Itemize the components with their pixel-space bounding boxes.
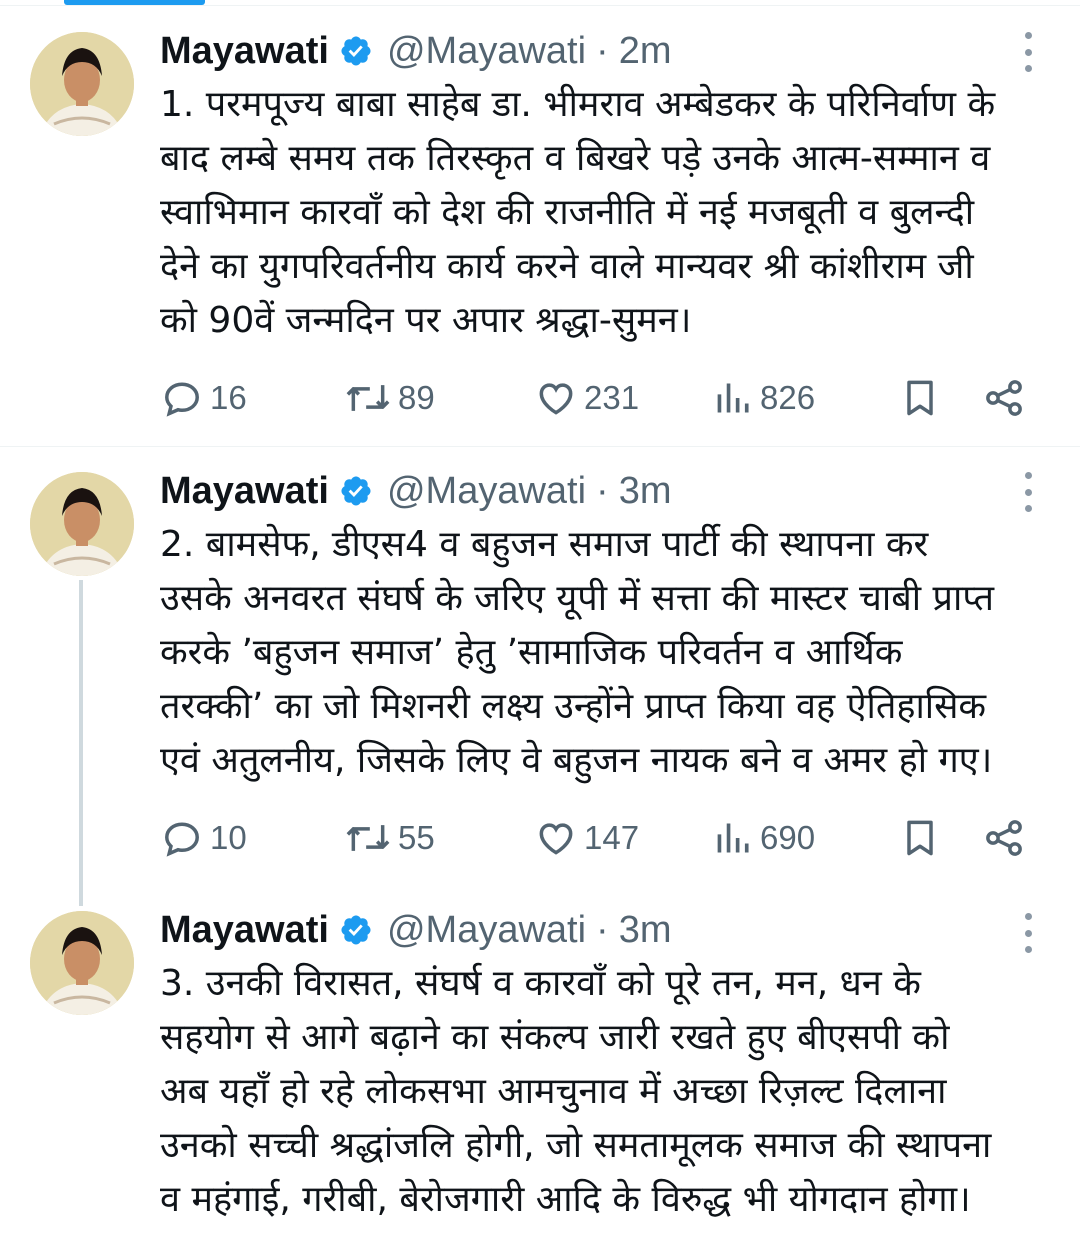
- author-handle[interactable]: @Mayawati: [387, 30, 586, 73]
- tweet-header: Mayawati @Mayawati · 3m: [160, 466, 672, 516]
- like-button[interactable]: 231: [534, 373, 639, 423]
- more-options-icon[interactable]: [1018, 32, 1038, 72]
- author-name[interactable]: Mayawati: [160, 470, 329, 513]
- tweet-actions: 16 89 231 826: [160, 373, 1040, 423]
- more-options-icon[interactable]: [1018, 472, 1038, 512]
- views-count: 690: [760, 819, 816, 856]
- timestamp[interactable]: 2m: [619, 30, 672, 73]
- avatar[interactable]: [30, 32, 134, 136]
- like-count: 147: [584, 819, 640, 856]
- bookmark-button[interactable]: [898, 373, 942, 423]
- tweet-divider: [0, 446, 1080, 447]
- like-count: 231: [584, 379, 640, 416]
- views-count: 826: [760, 379, 816, 416]
- tweet-text: 2. बामसेफ, डीएस4 व बहुजन समाज पार्टी की …: [160, 524, 994, 781]
- views-icon: [714, 816, 754, 860]
- top-divider: [0, 5, 1080, 6]
- bookmark-button[interactable]: [898, 813, 942, 863]
- timestamp[interactable]: 3m: [619, 909, 672, 952]
- share-icon: [982, 376, 1026, 420]
- author-handle[interactable]: @Mayawati: [387, 470, 586, 513]
- thread-connector: [79, 580, 83, 906]
- like-button[interactable]: 147: [534, 813, 639, 863]
- bookmark-icon: [898, 816, 942, 860]
- author-name[interactable]: Mayawati: [160, 909, 329, 952]
- repost-button[interactable]: 55: [344, 813, 435, 863]
- avatar[interactable]: [30, 911, 134, 1015]
- views-button[interactable]: 690: [714, 813, 815, 863]
- avatar-image: [30, 472, 134, 576]
- verified-badge-icon: [339, 474, 373, 508]
- separator-dot: ·: [596, 29, 609, 72]
- like-icon: [534, 816, 578, 860]
- tweet-text: 3. उनकी विरासत, संघर्ष व कारवाँ को पूरे …: [160, 963, 992, 1220]
- like-icon: [534, 376, 578, 420]
- reply-button[interactable]: 16: [160, 373, 247, 423]
- reply-icon: [160, 816, 204, 860]
- verified-badge-icon: [339, 34, 373, 68]
- tweet-header: Mayawati @Mayawati · 3m: [160, 905, 672, 955]
- repost-count: 55: [398, 819, 435, 856]
- author-handle[interactable]: @Mayawati: [387, 909, 586, 952]
- more-options-icon[interactable]: [1018, 913, 1038, 953]
- timestamp[interactable]: 3m: [619, 470, 672, 513]
- tweet-actions: 10 55 147 690: [160, 813, 1040, 863]
- avatar-image: [30, 32, 134, 136]
- tweet-header: Mayawati @Mayawati · 2m: [160, 26, 672, 76]
- repost-icon: [344, 376, 392, 420]
- share-icon: [982, 816, 1026, 860]
- share-button[interactable]: [982, 813, 1026, 863]
- repost-icon: [344, 816, 392, 860]
- author-name[interactable]: Mayawati: [160, 30, 329, 73]
- views-icon: [714, 376, 754, 420]
- views-button[interactable]: 826: [714, 373, 815, 423]
- reply-count: 16: [210, 379, 247, 416]
- reply-icon: [160, 376, 204, 420]
- avatar[interactable]: [30, 472, 134, 576]
- verified-badge-icon: [339, 913, 373, 947]
- separator-dot: ·: [596, 469, 609, 512]
- separator-dot: ·: [596, 908, 609, 951]
- share-button[interactable]: [982, 373, 1026, 423]
- reply-count: 10: [210, 819, 247, 856]
- repost-count: 89: [398, 379, 435, 416]
- reply-button[interactable]: 10: [160, 813, 247, 863]
- avatar-image: [30, 911, 134, 1015]
- tweet-text: 1. परमपूज्य बाबा साहेब डा. भीमराव अम्बेड…: [160, 84, 996, 341]
- repost-button[interactable]: 89: [344, 373, 435, 423]
- bookmark-icon: [898, 376, 942, 420]
